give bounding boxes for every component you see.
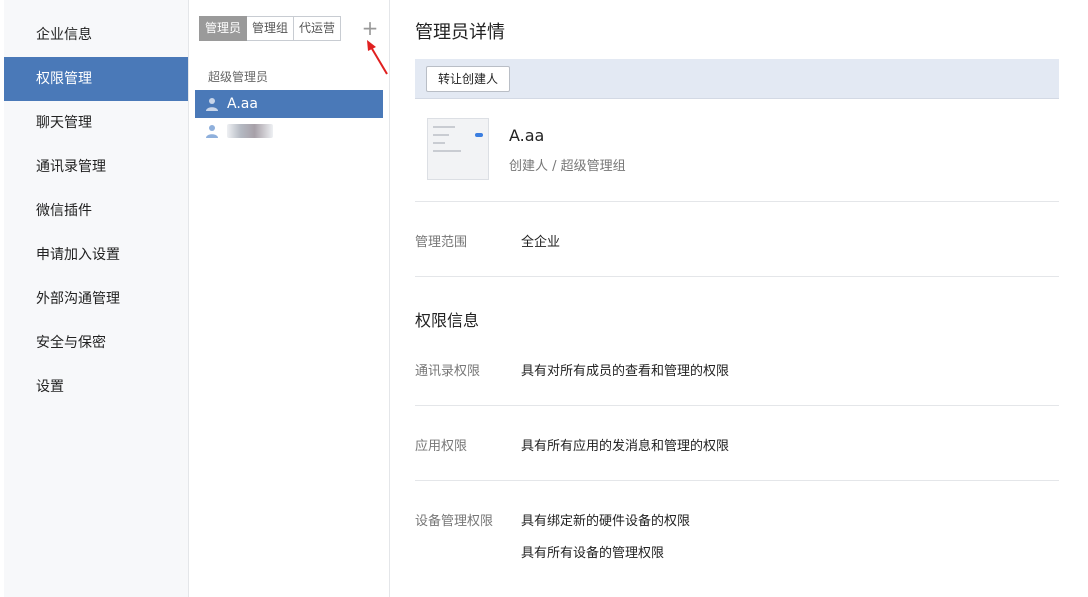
sidebar-item-security[interactable]: 安全与保密 [4,321,188,365]
sidebar-item-join-settings[interactable]: 申请加入设置 [4,233,188,277]
person-icon [206,125,218,138]
contacts-permission-label: 通讯录权限 [415,364,481,379]
sidebar-item-settings[interactable]: 设置 [4,365,188,409]
device-permission-value: 具有所有设备的管理权限 [521,546,665,561]
scope-label: 管理范围 [415,235,468,250]
sidebar-item-chat-management[interactable]: 聊天管理 [4,101,188,145]
admin-detail-name: A.aa [509,126,545,145]
annotation-arrow-icon [367,40,388,75]
tab-admins[interactable]: 管理员 [199,16,248,41]
toggle-icon [475,133,483,137]
device-permission-value: 具有绑定新的硬件设备的权限 [521,514,691,529]
blurred-admin-name [227,124,273,138]
sidebar-item-label: 申请加入设置 [36,247,120,263]
sidebar-item-external-communication[interactable]: 外部沟通管理 [4,277,188,321]
sidebar-item-contacts-management[interactable]: 通讯录管理 [4,145,188,189]
sidebar-item-company-info[interactable]: 企业信息 [4,13,188,57]
admin-detail-role: 创建人 / 超级管理组 [509,159,626,174]
avatar-line [433,134,449,136]
divider [415,201,1059,202]
permission-info-title: 权限信息 [415,311,480,330]
divider [415,480,1059,481]
avatar-line [433,126,455,128]
app-permission-value: 具有所有应用的发消息和管理的权限 [521,439,730,454]
admin-avatar [427,118,489,180]
sidebar-item-label: 设置 [36,379,64,395]
page-title: 管理员详情 [415,22,505,43]
divider [415,405,1059,406]
sidebar-item-label: 权限管理 [36,71,92,87]
admin-tabs: 管理员 管理组 代运营 [199,16,342,41]
person-icon [206,98,218,111]
sidebar-item-label: 微信插件 [36,203,92,219]
sidebar-item-wechat-plugin[interactable]: 微信插件 [4,189,188,233]
detail-toolbar: 转让创建人 [415,59,1059,99]
sidebar-item-label: 安全与保密 [36,335,106,351]
transfer-creator-button[interactable]: 转让创建人 [426,66,511,92]
super-admin-section-label: 超级管理员 [208,70,269,84]
sidebar-item-label: 聊天管理 [36,115,92,131]
admin-name: A.aa [227,96,258,112]
scope-value: 全企业 [521,235,561,250]
divider [415,276,1059,277]
sidebar-item-label: 外部沟通管理 [36,291,120,307]
avatar-line [433,142,445,144]
sidebar-item-permissions[interactable]: 权限管理 [4,57,188,101]
device-permission-label: 设备管理权限 [415,514,494,529]
avatar-line [433,150,461,152]
admin-list-panel: 管理员 管理组 代运营 + 超级管理员 A.aa [189,0,390,597]
app-permission-label: 应用权限 [415,439,468,454]
tab-admin-groups[interactable]: 管理组 [247,16,295,41]
contacts-permission-value: 具有对所有成员的查看和管理的权限 [521,364,730,379]
sidebar-item-label: 企业信息 [36,27,92,43]
sidebar-item-label: 通讯录管理 [36,159,106,175]
tab-operators[interactable]: 代运营 [294,16,342,41]
sidebar-nav: 企业信息 权限管理 聊天管理 通讯录管理 微信插件 申请加入设置 外部沟通管理 … [4,0,189,597]
admin-list-item[interactable]: A.aa [195,90,383,118]
admin-list-item[interactable] [195,117,383,145]
admin-detail-panel: 管理员详情 转让创建人 A.aa 创建人 / 超级管理组 管理范围 全企业 权限… [390,0,1088,597]
